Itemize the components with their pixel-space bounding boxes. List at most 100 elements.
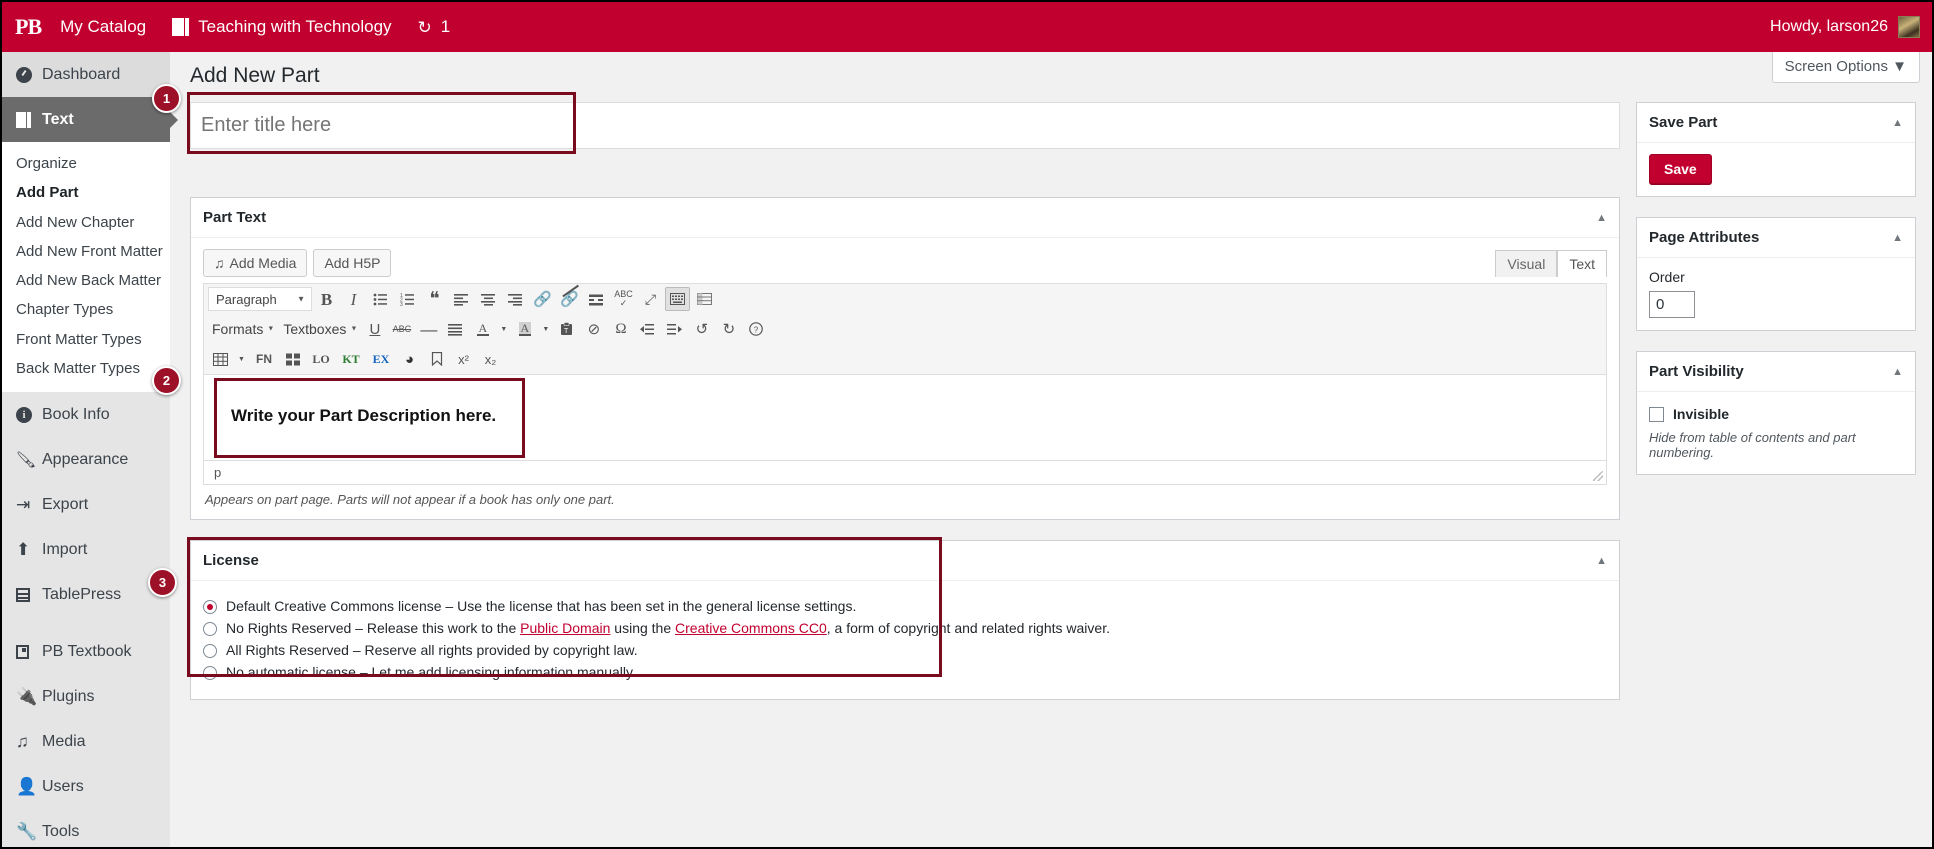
read-more-icon[interactable]: [584, 287, 609, 311]
collapse-icon[interactable]: ▲: [1892, 117, 1903, 129]
collapse-icon[interactable]: ▲: [1596, 555, 1607, 567]
latex-ex-icon[interactable]: EX: [367, 347, 395, 371]
invisible-row[interactable]: Invisible: [1649, 406, 1903, 422]
background-color-dropdown-icon[interactable]: ▼: [539, 317, 552, 341]
footnote-icon[interactable]: FN: [250, 347, 278, 371]
invisible-checkbox[interactable]: [1649, 406, 1664, 422]
sidebar-item-book-info[interactable]: i Book Info: [2, 392, 170, 437]
textboxes-menu[interactable]: Textboxes: [279, 317, 360, 341]
collapse-icon[interactable]: ▲: [1596, 212, 1607, 224]
tab-text[interactable]: Text: [1557, 249, 1607, 277]
numbered-list-icon[interactable]: 123: [395, 287, 420, 311]
sidebar-subitem-chapter-types[interactable]: Chapter Types: [2, 295, 170, 324]
sidebar-item-import[interactable]: ⬆ Import: [2, 527, 170, 572]
collapse-icon[interactable]: ▲: [1892, 366, 1903, 378]
table-icon[interactable]: [208, 347, 233, 371]
glossary-icon[interactable]: [280, 347, 305, 371]
bullet-list-icon[interactable]: [368, 287, 393, 311]
justify-icon[interactable]: [443, 317, 468, 341]
license-option-default[interactable]: Default Creative Commons license – Use t…: [203, 595, 1607, 617]
radio-no-automatic[interactable]: [203, 666, 217, 680]
toolbar-toggle-icon[interactable]: [665, 287, 690, 311]
sidebar-item-appearance[interactable]: 🖌 Appearance: [2, 437, 170, 482]
redo-icon[interactable]: ↻: [716, 317, 741, 341]
sidebar-subitem-add-new-back-matter[interactable]: Add New Back Matter: [2, 266, 170, 295]
public-domain-link[interactable]: Public Domain: [520, 620, 610, 636]
outdent-icon[interactable]: [635, 317, 660, 341]
fullscreen-icon[interactable]: ⤢: [638, 287, 663, 311]
clear-formatting-icon[interactable]: ⊘: [581, 317, 606, 341]
sidebar-subitem-add-new-front-matter[interactable]: Add New Front Matter: [2, 237, 170, 266]
format-select[interactable]: Paragraph: [208, 287, 312, 311]
text-color-icon[interactable]: A: [470, 317, 495, 341]
underline-icon[interactable]: U: [362, 317, 387, 341]
sidebar-item-users[interactable]: 👤 Users: [2, 764, 170, 809]
updates-link[interactable]: ↻ 1: [405, 2, 464, 52]
license-panel-header[interactable]: License ▲: [191, 541, 1619, 581]
subscript-icon[interactable]: x₂: [478, 347, 503, 371]
paste-as-text-icon[interactable]: T: [554, 317, 579, 341]
order-input[interactable]: [1649, 291, 1695, 318]
radio-all-rights[interactable]: [203, 644, 217, 658]
title-input[interactable]: [191, 103, 1619, 148]
sidebar-item-tools[interactable]: 🔧 Tools: [2, 809, 170, 847]
license-option-no-automatic[interactable]: No automatic license – Let me add licens…: [203, 661, 1607, 683]
pressbooks-logo[interactable]: PB: [2, 2, 47, 52]
insert-table-icon[interactable]: [692, 287, 717, 311]
table-dropdown-icon[interactable]: ▼: [235, 347, 248, 371]
collapse-icon[interactable]: ▲: [1892, 232, 1903, 244]
keyboard-help-icon[interactable]: ?: [743, 317, 768, 341]
sidebar-item-tablepress[interactable]: TablePress: [2, 572, 170, 617]
sidebar-item-text[interactable]: Text: [2, 97, 178, 142]
insert-link-icon[interactable]: 🔗: [530, 287, 555, 311]
account-menu[interactable]: Howdy, larson26: [1770, 16, 1932, 38]
add-media-button[interactable]: ♫ Add Media: [203, 249, 308, 277]
sidebar-subitem-add-part[interactable]: Add Part: [2, 178, 170, 207]
special-character-icon[interactable]: Ω: [608, 317, 633, 341]
blockquote-icon[interactable]: ❝: [422, 287, 447, 311]
italic-icon[interactable]: I: [341, 287, 366, 311]
h5p-insert-icon[interactable]: ◕: [397, 347, 422, 371]
sidebar-item-media[interactable]: ♫ Media: [2, 719, 170, 764]
cc0-link[interactable]: Creative Commons CC0: [675, 620, 827, 636]
align-right-icon[interactable]: [503, 287, 528, 311]
sidebar-subitem-back-matter-types[interactable]: Back Matter Types: [2, 354, 170, 383]
align-left-icon[interactable]: [449, 287, 474, 311]
bold-icon[interactable]: B: [314, 287, 339, 311]
save-button[interactable]: Save: [1649, 154, 1712, 184]
add-h5p-button[interactable]: Add H5P: [313, 249, 392, 277]
formats-menu[interactable]: Formats: [208, 317, 277, 341]
license-option-all-rights[interactable]: All Rights Reserved – Reserve all rights…: [203, 639, 1607, 661]
text-color-dropdown-icon[interactable]: ▼: [497, 317, 510, 341]
part-text-panel-header[interactable]: Part Text ▲: [191, 198, 1619, 238]
screen-options-toggle[interactable]: Screen Options ▼: [1771, 52, 1920, 83]
sidebar-item-plugins[interactable]: 🔌 Plugins: [2, 674, 170, 719]
editor-content-area[interactable]: Write your Part Description here.: [203, 375, 1607, 461]
part-visibility-panel-header[interactable]: Part Visibility ▲: [1637, 352, 1915, 392]
strikethrough-icon[interactable]: ABC: [389, 317, 414, 341]
horizontal-rule-icon[interactable]: —: [416, 317, 441, 341]
sidebar-subitem-front-matter-types[interactable]: Front Matter Types: [2, 325, 170, 354]
anchor-icon[interactable]: [424, 347, 449, 371]
page-attributes-panel-header[interactable]: Page Attributes ▲: [1637, 218, 1915, 258]
sidebar-subitem-organize[interactable]: Organize: [2, 149, 170, 178]
radio-no-rights[interactable]: [203, 622, 217, 636]
radio-default-cc[interactable]: [203, 600, 217, 614]
remove-link-icon[interactable]: 🔗: [557, 284, 582, 311]
sidebar-item-pb-textbook[interactable]: PB Textbook: [2, 629, 170, 674]
latex-kt-icon[interactable]: KT: [337, 347, 365, 371]
sidebar-subitem-add-new-chapter[interactable]: Add New Chapter: [2, 208, 170, 237]
indent-icon[interactable]: [662, 317, 687, 341]
sidebar-item-export[interactable]: ⇥ Export: [2, 482, 170, 527]
book-title-link[interactable]: Teaching with Technology: [159, 2, 404, 52]
latex-lo-icon[interactable]: LO: [307, 347, 335, 371]
my-catalog-link[interactable]: My Catalog: [47, 2, 159, 52]
sidebar-item-dashboard[interactable]: Dashboard: [2, 52, 170, 97]
align-center-icon[interactable]: [476, 287, 501, 311]
undo-icon[interactable]: ↺: [689, 317, 714, 341]
save-part-panel-header[interactable]: Save Part ▲: [1637, 103, 1915, 143]
resize-handle[interactable]: [1593, 471, 1603, 481]
background-color-icon[interactable]: A: [512, 317, 537, 341]
superscript-icon[interactable]: x²: [451, 347, 476, 371]
spellcheck-icon[interactable]: ABC ✓: [611, 287, 636, 311]
